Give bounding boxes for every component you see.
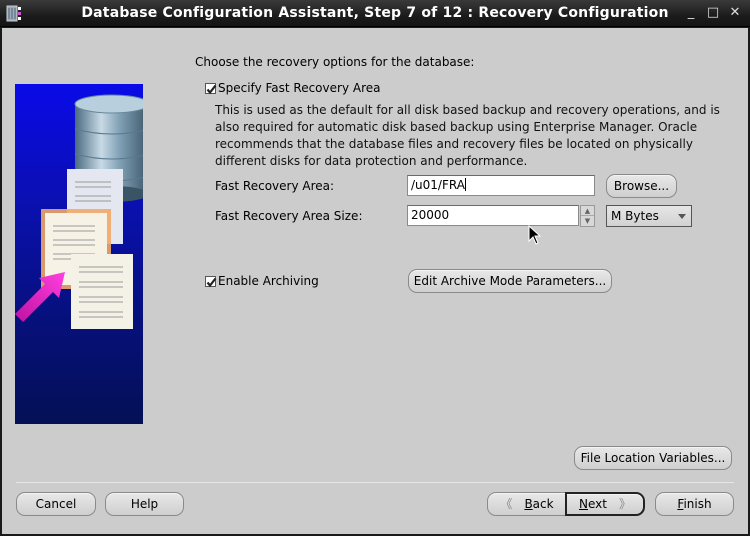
checkbox-checked-icon[interactable] <box>205 275 217 287</box>
database-illustration <box>15 84 143 424</box>
help-button[interactable]: Help <box>105 492 184 516</box>
fra-location-label: Fast Recovery Area: <box>215 179 335 193</box>
back-button[interactable]: 《 Back <box>487 492 567 516</box>
dialog-body: Choose the recovery options for the data… <box>2 28 748 534</box>
finish-button[interactable]: Finish <box>655 492 734 516</box>
cancel-button[interactable]: Cancel <box>16 492 96 516</box>
fra-size-spinner[interactable]: ▲ ▼ <box>580 205 595 227</box>
fra-description: This is used as the default for all disk… <box>215 103 720 168</box>
spinner-down-icon[interactable]: ▼ <box>581 216 594 226</box>
fra-location-input[interactable]: /u01/FRA <box>407 175 595 196</box>
text-caret <box>464 178 466 191</box>
document-front-icon <box>71 254 133 329</box>
edit-archive-mode-button[interactable]: Edit Archive Mode Parameters... <box>408 269 612 293</box>
close-button[interactable]: ✕ <box>728 5 742 21</box>
window-title: Database Configuration Assistant, Step 7… <box>81 5 669 21</box>
title-bar: Database Configuration Assistant, Step 7… <box>0 0 750 27</box>
footer-separator <box>16 482 734 483</box>
spinner-up-icon[interactable]: ▲ <box>581 206 594 216</box>
minimize-button[interactable]: _ <box>684 5 698 21</box>
specify-fra-label: Specify Fast Recovery Area <box>218 81 381 95</box>
intro-text: Choose the recovery options for the data… <box>195 55 475 69</box>
fra-size-input[interactable]: 20000 <box>407 205 579 226</box>
chevron-down-icon <box>678 214 686 219</box>
enable-archiving-checkbox[interactable]: Enable Archiving <box>205 274 319 288</box>
maximize-button[interactable]: □ <box>706 5 720 21</box>
checkbox-checked-icon[interactable] <box>205 82 217 94</box>
arrow-icon <box>15 272 65 322</box>
enable-archiving-label: Enable Archiving <box>218 274 319 288</box>
file-location-variables-button[interactable]: File Location Variables... <box>574 446 732 470</box>
size-unit-select[interactable]: M Bytes <box>606 205 692 227</box>
specify-fra-checkbox[interactable]: Specify Fast Recovery Area <box>205 81 380 95</box>
fra-size-label: Fast Recovery Area Size: <box>215 209 363 223</box>
next-button[interactable]: Next 》 <box>565 492 645 516</box>
chevron-left-icon: 《 <box>500 497 513 511</box>
chevron-right-icon: 》 <box>618 497 631 511</box>
mouse-pointer-icon <box>528 224 542 248</box>
browse-button[interactable]: Browse... <box>606 174 677 198</box>
